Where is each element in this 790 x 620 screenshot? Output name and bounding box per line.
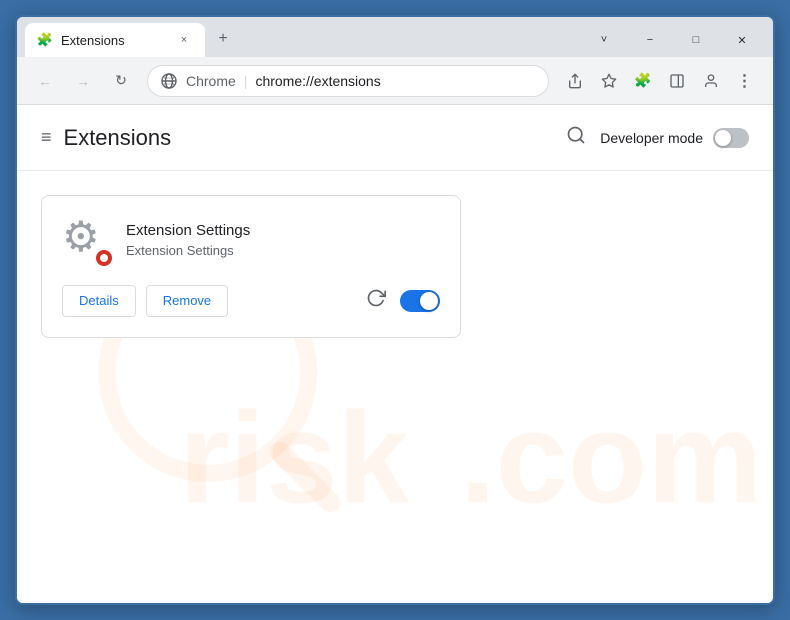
- back-icon: ←: [38, 73, 52, 89]
- new-tab-button[interactable]: +: [209, 25, 237, 53]
- toolbar-actions: 🧩 ⋮: [559, 65, 761, 97]
- address-bar[interactable]: Chrome | chrome://extensions: [147, 65, 549, 97]
- svg-text:risk: risk: [179, 386, 411, 530]
- extension-badge: [94, 248, 114, 268]
- window-controls: ˅ − □ ✕: [581, 25, 765, 55]
- details-button[interactable]: Details: [62, 285, 136, 317]
- developer-mode-toggle[interactable]: [713, 128, 749, 148]
- forward-icon: →: [76, 73, 90, 89]
- address-separator: |: [244, 73, 248, 89]
- title-bar: 🧩 Extensions × + ˅ − □ ✕: [17, 17, 773, 57]
- url-text: chrome://extensions: [255, 73, 536, 89]
- reload-button[interactable]: ↻: [105, 65, 137, 97]
- page-title: Extensions: [64, 125, 563, 151]
- hide-button[interactable]: ˅: [581, 25, 627, 55]
- refresh-extension-button[interactable]: [362, 284, 390, 317]
- toolbar: ← → ↻ Chrome | chrome://extensions: [17, 57, 773, 105]
- svg-text:.com: .com: [460, 386, 762, 530]
- extensions-header: ≡ Extensions Developer mode: [17, 105, 773, 171]
- extension-enabled-toggle[interactable]: [400, 290, 440, 312]
- hamburger-menu-icon[interactable]: ≡: [41, 127, 52, 148]
- profile-button[interactable]: [695, 65, 727, 97]
- menu-button[interactable]: ⋮: [729, 65, 761, 97]
- three-dots-icon: ⋮: [737, 71, 754, 91]
- forward-button[interactable]: →: [67, 65, 99, 97]
- extensions-list: risk .com ⚙ Extension Settings Extension…: [17, 171, 773, 603]
- split-button[interactable]: [661, 65, 693, 97]
- search-button[interactable]: [562, 121, 590, 154]
- active-tab[interactable]: 🧩 Extensions ×: [25, 23, 205, 57]
- developer-mode-area: Developer mode: [562, 121, 749, 154]
- dev-mode-label: Developer mode: [600, 130, 703, 146]
- bookmark-button[interactable]: [593, 65, 625, 97]
- extension-icon-container: ⚙: [62, 216, 110, 264]
- extension-name: Extension Settings: [126, 222, 250, 239]
- share-button[interactable]: [559, 65, 591, 97]
- extension-text: Extension Settings Extension Settings: [126, 216, 250, 264]
- maximize-button[interactable]: □: [673, 25, 719, 55]
- extensions-toolbar-button[interactable]: 🧩: [627, 65, 659, 97]
- tab-favicon: 🧩: [37, 32, 53, 48]
- puzzle-icon: 🧩: [634, 72, 651, 89]
- tab-close-button[interactable]: ×: [175, 31, 193, 49]
- reload-icon: ↻: [115, 72, 127, 89]
- close-button[interactable]: ✕: [719, 25, 765, 55]
- badge-dot: [100, 254, 108, 262]
- extension-info: ⚙ Extension Settings Extension Settings: [62, 216, 440, 264]
- minimize-button[interactable]: −: [627, 25, 673, 55]
- remove-button[interactable]: Remove: [146, 285, 228, 317]
- browser-window: 🧩 Extensions × + ˅ − □ ✕ ← → ↻: [15, 15, 775, 605]
- extension-card: ⚙ Extension Settings Extension Settings …: [41, 195, 461, 338]
- back-button[interactable]: ←: [29, 65, 61, 97]
- browser-name: Chrome: [186, 73, 236, 89]
- page-content: ≡ Extensions Developer mode: [17, 105, 773, 603]
- extension-actions: Details Remove: [62, 284, 440, 317]
- security-icon: [160, 72, 178, 90]
- tab-label: Extensions: [61, 33, 125, 48]
- extension-description: Extension Settings: [126, 243, 250, 258]
